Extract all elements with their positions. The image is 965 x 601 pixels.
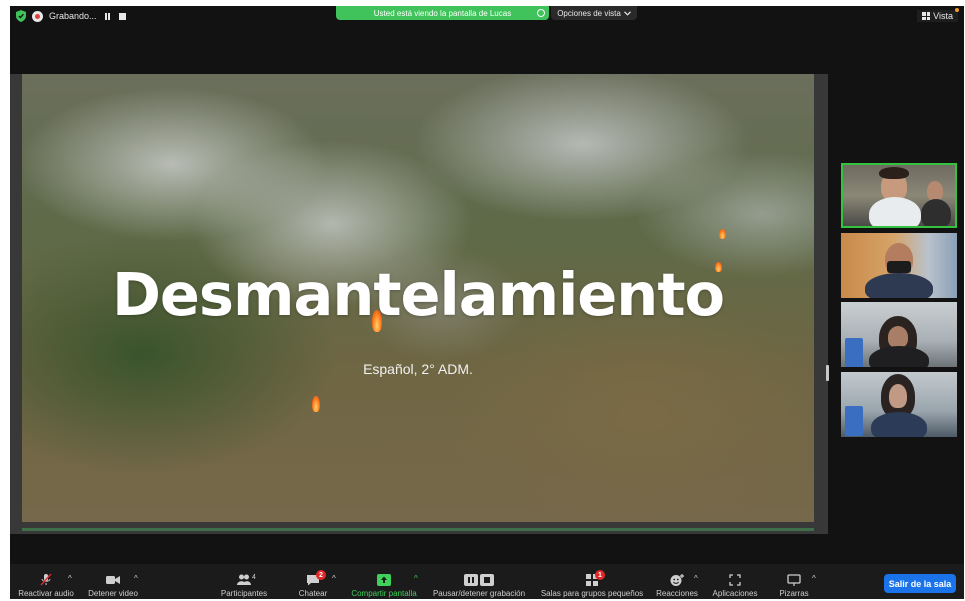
- participant-figure: [871, 412, 927, 437]
- split-view-handle[interactable]: [826, 365, 829, 381]
- shield-icon[interactable]: [16, 10, 26, 22]
- grid-view-icon: [922, 12, 931, 20]
- participant-figure: [845, 406, 863, 436]
- leave-meeting-button[interactable]: Salir de la sala: [884, 574, 956, 593]
- breakout-badge: 1: [595, 570, 605, 580]
- participant-figure: [869, 346, 929, 367]
- stop-icon[interactable]: [118, 12, 127, 21]
- whiteboards-label: Pizarras: [779, 589, 809, 598]
- slide-bottom-bar: [22, 528, 814, 531]
- zoom-meeting-window: Grabando... Usted está viendo la pantall…: [10, 6, 964, 599]
- participants-count: 4: [252, 574, 256, 581]
- recording-label: Grabando...: [49, 11, 97, 21]
- stop-video-label: Detener video: [88, 589, 138, 598]
- participant-video-tile[interactable]: [841, 302, 957, 367]
- chat-button[interactable]: 2 Chatear: [294, 564, 332, 599]
- share-screen-button[interactable]: Compartir pantalla: [348, 564, 420, 599]
- view-button-label: Vista: [933, 11, 953, 21]
- unmute-audio-label: Reactivar audio: [18, 589, 74, 598]
- participants-button[interactable]: 4 Participantes: [216, 564, 272, 599]
- screen-share-banner: Usted está viendo la pantalla de Lucas: [336, 6, 549, 20]
- chat-label: Chatear: [298, 589, 328, 598]
- participant-video-tile[interactable]: [841, 372, 957, 437]
- share-options-caret-icon[interactable]: ^: [414, 574, 418, 583]
- participant-figure: [879, 167, 909, 179]
- top-bar: Grabando... Usted está viendo la pantall…: [10, 6, 964, 28]
- apps-icon: [729, 574, 741, 586]
- fire-image-detail: [312, 396, 320, 412]
- participant-figure: [865, 273, 933, 298]
- slide-subtitle: Español, 2° ADM.: [363, 361, 473, 377]
- view-options-label: Opciones de vista: [557, 8, 621, 18]
- chat-icon-wrap: 2: [306, 570, 326, 586]
- participant-figure: [927, 181, 943, 201]
- chat-unread-badge: 2: [316, 570, 326, 580]
- whiteboard-icon: [787, 574, 801, 586]
- participants-icon: [237, 574, 251, 585]
- apps-button[interactable]: Aplicaciones: [710, 564, 760, 599]
- microphone-muted-icon: [40, 574, 52, 586]
- reactions-label: Reacciones: [656, 589, 698, 598]
- participants-icon-wrap: 4: [237, 574, 256, 586]
- pause-icon[interactable]: [103, 12, 112, 21]
- participant-video-tile[interactable]: [841, 163, 957, 228]
- whiteboards-button[interactable]: Pizarras: [774, 564, 814, 599]
- participant-figure: [887, 261, 911, 273]
- participant-figure: [869, 197, 921, 226]
- slide-title: Desmantelamiento: [111, 260, 725, 329]
- view-button[interactable]: Vista: [917, 10, 958, 22]
- fire-image-detail: [719, 229, 726, 239]
- share-screen-label: Compartir pantalla: [351, 589, 417, 598]
- video-camera-icon: [106, 576, 120, 584]
- breakout-rooms-button[interactable]: 1 Salas para grupos pequeños: [538, 564, 646, 599]
- whiteboards-caret-icon[interactable]: ^: [812, 574, 816, 583]
- breakout-rooms-label: Salas para grupos pequeños: [540, 589, 644, 598]
- video-options-caret-icon[interactable]: ^: [134, 574, 138, 583]
- chat-options-caret-icon[interactable]: ^: [332, 574, 336, 583]
- presentation-slide: Desmantelamiento Español, 2° ADM.: [22, 74, 814, 522]
- share-banner-text: Usted está viendo la pantalla de Lucas: [373, 8, 512, 18]
- participant-video-tile[interactable]: [841, 233, 957, 298]
- shared-screen-area: Desmantelamiento Español, 2° ADM.: [10, 74, 829, 534]
- participant-figure: [888, 326, 908, 348]
- reactions-caret-icon[interactable]: ^: [694, 574, 698, 583]
- participant-figure: [889, 384, 907, 408]
- meeting-toolbar: Reactivar audio ^ Detener video ^ 4 Part…: [10, 564, 964, 599]
- share-indicator-icon: [537, 9, 545, 17]
- view-options-button[interactable]: Opciones de vista: [551, 6, 637, 20]
- participants-label: Participantes: [220, 589, 268, 598]
- audio-options-caret-icon[interactable]: ^: [68, 574, 72, 583]
- notification-dot: [955, 8, 959, 12]
- apps-label: Aplicaciones: [712, 589, 758, 598]
- pause-stop-recording-button[interactable]: Pausar/detener grabación: [430, 564, 528, 599]
- reactions-icon: [670, 574, 684, 586]
- share-screen-icon: [377, 574, 391, 586]
- participant-figure: [845, 338, 863, 367]
- breakout-icon-wrap: 1: [585, 570, 605, 586]
- record-icon: [32, 10, 43, 22]
- recording-status: Grabando...: [16, 10, 127, 22]
- participant-figure: [921, 199, 951, 226]
- chevron-down-icon: [623, 10, 631, 16]
- record-pause-icon: [464, 574, 494, 586]
- pause-stop-recording-label: Pausar/detener grabación: [432, 589, 526, 598]
